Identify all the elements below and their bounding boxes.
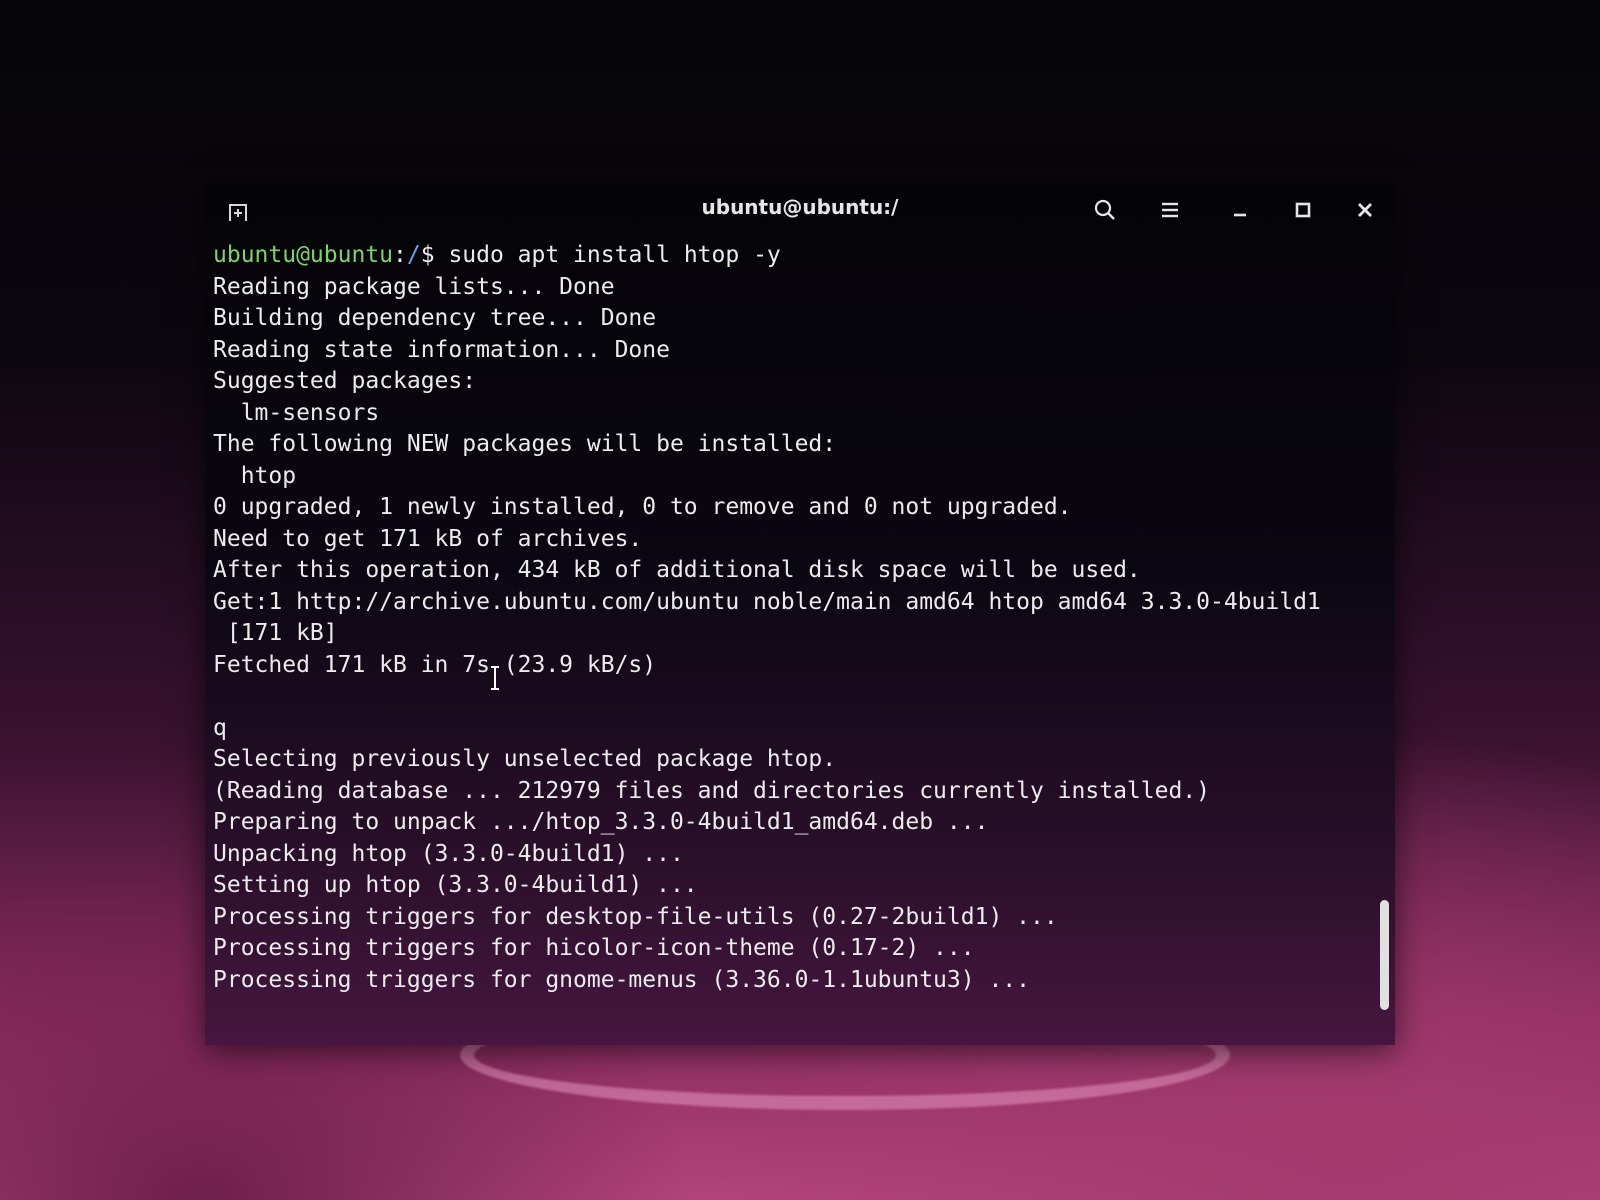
output-line: After this operation, 434 kB of addition… xyxy=(213,557,1141,583)
close-button[interactable] xyxy=(1350,195,1380,225)
output-line: Fetched 171 kB in 7s (23.9 kB/s) xyxy=(213,651,657,678)
scrollbar-thumb[interactable] xyxy=(1380,900,1389,1010)
output-line: The following NEW packages will be insta… xyxy=(213,431,837,457)
hamburger-menu-icon xyxy=(1162,202,1178,218)
output-line: Processing triggers for hicolor-icon-the… xyxy=(213,935,975,961)
titlebar: ubuntu@ubuntu:/ xyxy=(205,185,1395,233)
output-line: Need to get 171 kB of archives. xyxy=(213,525,643,552)
minimize-icon xyxy=(1234,213,1246,217)
output-line: Setting up htop (3.3.0-4build1) ... xyxy=(213,872,698,898)
command-text: sudo apt install htop -y xyxy=(448,242,781,268)
output-line: q xyxy=(213,714,227,741)
output-line: lm-sensors xyxy=(213,399,380,426)
search-icon xyxy=(1094,199,1115,220)
output-line: Reading state information... Done xyxy=(213,336,670,363)
output-line: Suggested packages: xyxy=(213,368,477,394)
output-line: 0 upgraded, 1 newly installed, 0 to remo… xyxy=(213,494,1072,520)
output-line: Reading package lists... Done xyxy=(213,273,615,300)
output-line: Selecting previously unselected package … xyxy=(213,746,837,772)
terminal-window: ubuntu@ubuntu:/ ubuntu@ubuntu:/$ sudo ap… xyxy=(205,185,1395,1045)
prompt-symbol: $ xyxy=(420,242,449,268)
prompt-separator: : xyxy=(393,242,407,268)
search-button[interactable] xyxy=(1090,195,1120,225)
output-line: htop xyxy=(213,462,297,489)
output-line: [171 kB] xyxy=(213,620,338,646)
output-line: Preparing to unpack .../htop_3.3.0-4buil… xyxy=(213,809,989,835)
output-line: Get:1 http://archive.ubuntu.com/ubuntu n… xyxy=(213,588,1321,615)
output-line: Building dependency tree... Done xyxy=(213,305,657,331)
output-line: (Reading database ... 212979 files and d… xyxy=(213,777,1210,804)
prompt-path: / xyxy=(406,242,421,268)
prompt-line: ubuntu@ubuntu:/$ sudo apt install htop -… xyxy=(213,240,1373,272)
i-beam-cursor-icon xyxy=(491,666,499,690)
prompt-user: ubuntu@ubuntu xyxy=(213,242,394,268)
window-title: ubuntu@ubuntu:/ xyxy=(701,195,899,219)
maximize-icon xyxy=(1295,202,1311,218)
menu-button[interactable] xyxy=(1155,195,1185,225)
terminal-output[interactable]: ubuntu@ubuntu:/$ sudo apt install htop -… xyxy=(205,240,1373,1030)
output-line: Processing triggers for desktop-file-uti… xyxy=(213,903,1058,930)
output-line: Processing triggers for gnome-menus (3.3… xyxy=(213,966,1030,993)
maximize-button[interactable] xyxy=(1288,195,1318,225)
minimize-button[interactable] xyxy=(1225,195,1255,225)
close-icon xyxy=(1358,203,1372,217)
output-line: Unpacking htop (3.3.0-4build1) ... xyxy=(213,840,684,867)
